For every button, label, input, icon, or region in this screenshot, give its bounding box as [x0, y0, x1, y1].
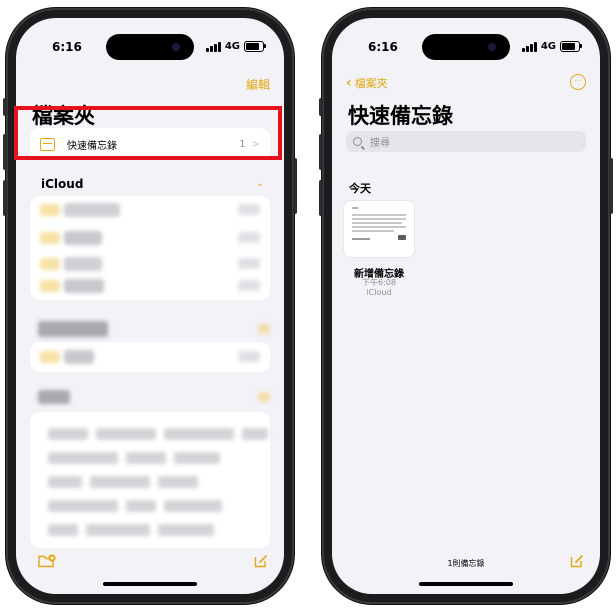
status-bar: 6:16 4G — [332, 40, 600, 56]
blurred-section-chevron — [258, 324, 270, 334]
blurred-tag-list — [30, 412, 270, 548]
back-button[interactable]: ‹ 檔案夾 — [346, 75, 388, 91]
compose-icon[interactable] — [570, 554, 584, 568]
blurred-folder-label — [64, 231, 102, 245]
blurred-folder-icon — [40, 351, 60, 363]
power-button — [609, 158, 613, 214]
network-label: 4G — [540, 41, 556, 52]
action-button — [3, 98, 7, 116]
blurred-section-chevron — [258, 392, 270, 402]
blurred-tag — [48, 452, 118, 464]
section-today: 今天 — [349, 182, 371, 195]
blurred-tag — [158, 476, 198, 488]
blurred-folder-icon — [40, 258, 60, 270]
signal-icon — [521, 41, 537, 52]
blurred-tag — [48, 428, 88, 440]
search-input[interactable]: 搜尋 — [346, 131, 586, 152]
action-button — [319, 98, 323, 116]
compose-icon[interactable] — [254, 554, 268, 568]
battery-icon — [560, 41, 582, 52]
search-icon — [353, 137, 362, 146]
note-count: 1則備忘錄 — [447, 559, 485, 568]
section-icloud[interactable]: iCloud — [41, 177, 83, 191]
chevron-down-icon[interactable]: ⌄ — [256, 178, 264, 189]
blurred-folder-list — [30, 342, 270, 372]
phone-left: 6:16 4G 編輯 檔案夾 快速備忘錄 1 > iCloud ⌄ — [3, 8, 297, 604]
ellipsis-circle-icon[interactable]: ··· — [570, 74, 586, 90]
blurred-folder-count — [238, 258, 260, 269]
screen-folders: 6:16 4G 編輯 檔案夾 快速備忘錄 1 > iCloud ⌄ — [16, 18, 284, 594]
note-folder: iCloud — [366, 288, 392, 297]
phone-right: 6:16 4G ‹ 檔案夾 ··· 快速備忘錄 搜尋 今天 新增備忘錄 下午6:… — [319, 8, 613, 604]
blurred-folder-list — [30, 196, 270, 300]
volume-down-button — [319, 180, 323, 216]
blurred-tag — [158, 524, 214, 536]
network-label: 4G — [224, 41, 240, 52]
status-bar: 6:16 4G — [16, 40, 284, 56]
blurred-folder-label — [64, 350, 94, 364]
blurred-tag — [48, 524, 78, 536]
blurred-folder-icon — [40, 232, 60, 244]
blurred-tag — [126, 500, 156, 512]
blurred-folder-count — [238, 204, 260, 215]
note-thumbnail[interactable] — [344, 201, 414, 257]
blurred-tag — [164, 500, 222, 512]
blurred-tag — [174, 452, 220, 464]
home-indicator[interactable] — [103, 582, 197, 586]
blurred-section-header — [38, 321, 108, 337]
blurred-tag — [164, 428, 234, 440]
blurred-folder-label — [64, 257, 102, 271]
blurred-tag — [86, 524, 150, 536]
blurred-folder-icon — [40, 280, 60, 292]
edit-button[interactable]: 編輯 — [246, 76, 270, 93]
back-label: 檔案夾 — [354, 77, 388, 90]
blurred-folder-count — [238, 280, 260, 291]
status-time: 6:16 — [368, 40, 398, 54]
blurred-tag — [126, 452, 166, 464]
blurred-folder-label — [64, 203, 120, 217]
blurred-tag — [90, 476, 150, 488]
chevron-left-icon: ‹ — [346, 75, 352, 91]
signal-icon — [205, 41, 221, 52]
blurred-tag — [48, 476, 82, 488]
blurred-folder-label — [64, 279, 104, 293]
volume-up-button — [319, 134, 323, 170]
blurred-tag — [96, 428, 156, 440]
battery-icon — [244, 41, 266, 52]
volume-up-button — [3, 134, 7, 170]
folder-plus-icon[interactable] — [38, 554, 56, 568]
home-indicator[interactable] — [419, 582, 513, 586]
page-title: 快速備忘錄 — [348, 104, 453, 128]
note-time: 下午6:08 — [362, 278, 396, 287]
status-time: 6:16 — [52, 40, 82, 54]
blurred-folder-icon — [40, 204, 60, 216]
screen-quick-notes: 6:16 4G ‹ 檔案夾 ··· 快速備忘錄 搜尋 今天 新增備忘錄 下午6:… — [332, 18, 600, 594]
search-placeholder: 搜尋 — [370, 138, 390, 149]
blurred-tag — [48, 500, 118, 512]
volume-down-button — [3, 180, 7, 216]
blurred-section-header — [38, 390, 70, 404]
blurred-folder-count — [238, 232, 260, 243]
highlight-box — [14, 106, 282, 160]
blurred-folder-count — [238, 351, 260, 362]
power-button — [293, 158, 297, 214]
blurred-tag — [242, 428, 268, 440]
